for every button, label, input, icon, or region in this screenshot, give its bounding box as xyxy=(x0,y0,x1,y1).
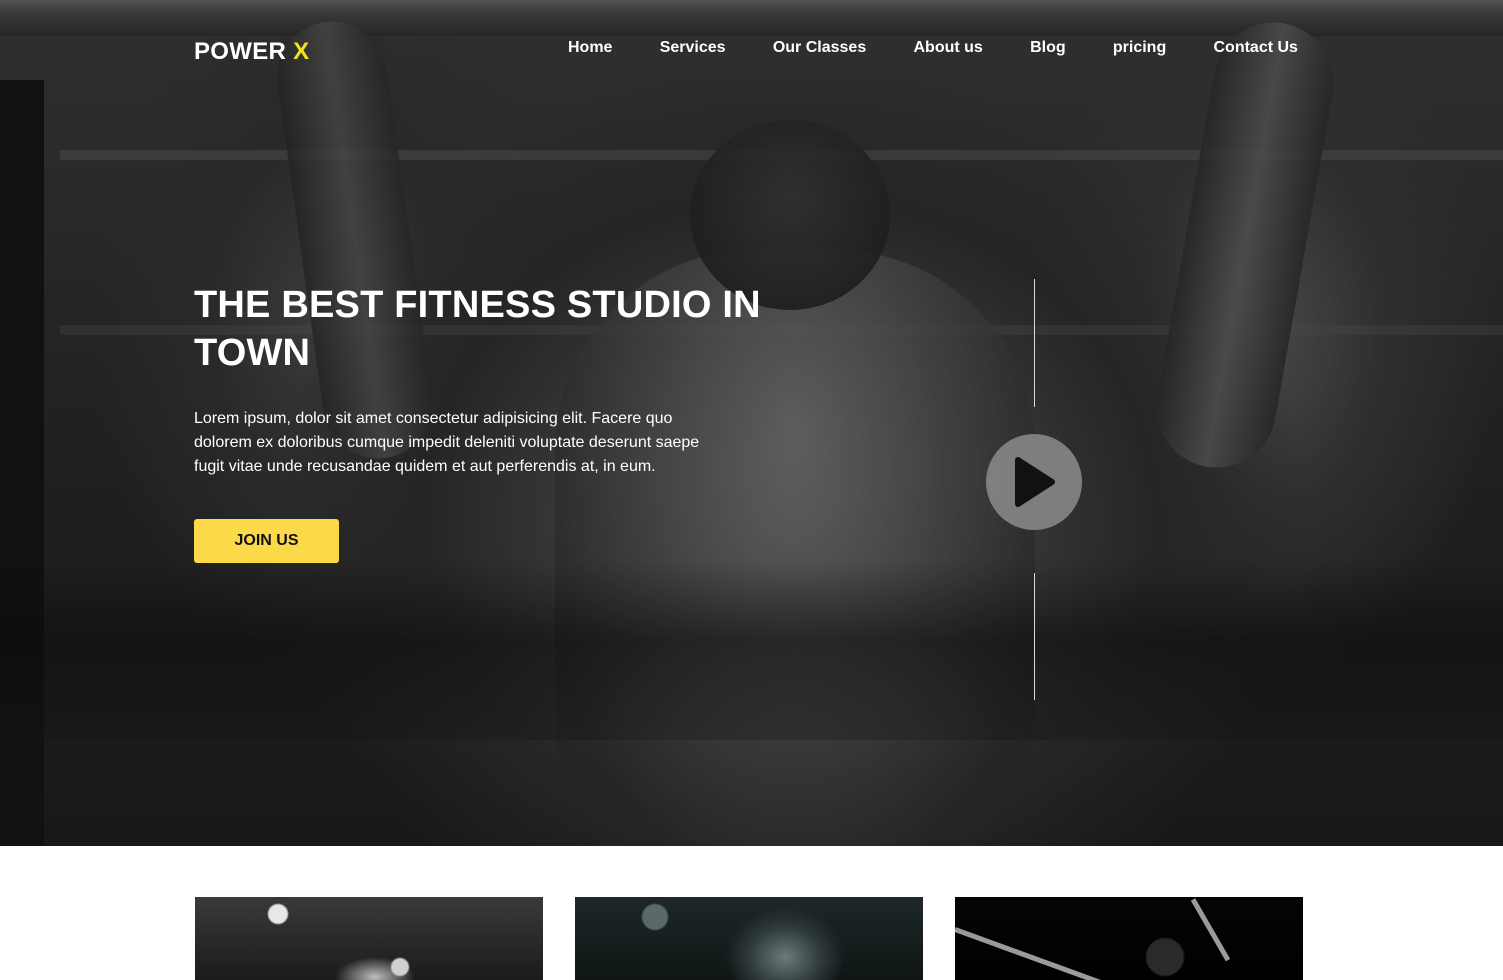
nav-link-our-classes[interactable]: Our Classes xyxy=(773,39,866,56)
play-video-button[interactable] xyxy=(986,434,1082,530)
card-bar-line xyxy=(955,927,1125,980)
nav-item-our-classes: Our Classes xyxy=(773,39,866,61)
hero-title: THE BEST FITNESS STUDIO IN TOWN xyxy=(194,284,761,374)
nav-item-home: Home xyxy=(568,39,612,61)
class-card-image[interactable] xyxy=(955,897,1303,980)
brand-logo[interactable]: POWER X xyxy=(194,38,309,66)
nav-item-pricing: pricing xyxy=(1113,39,1166,61)
main-nav: Home Services Our Classes About us Blog … xyxy=(568,39,1298,61)
play-icon xyxy=(1015,457,1055,507)
nav-link-home[interactable]: Home xyxy=(568,39,612,56)
nav-item-blog: Blog xyxy=(1030,39,1066,61)
hero-description: Lorem ipsum, dolor sit amet consectetur … xyxy=(194,410,700,475)
brand-accent: X xyxy=(293,38,310,65)
nav-link-about-us[interactable]: About us xyxy=(913,39,982,56)
class-cards-section xyxy=(0,846,1503,980)
card-bar-line xyxy=(1190,898,1231,962)
join-us-button[interactable]: JOIN US xyxy=(194,519,339,563)
nav-link-contact-us[interactable]: Contact Us xyxy=(1214,39,1298,56)
nav-item-services: Services xyxy=(660,39,726,61)
nav-item-contact-us: Contact Us xyxy=(1214,39,1298,61)
nav-item-about-us: About us xyxy=(913,39,982,61)
nav-link-services[interactable]: Services xyxy=(660,39,726,56)
class-card-image[interactable] xyxy=(575,897,923,980)
video-divider-bottom xyxy=(1034,573,1035,700)
brand-name: POWER xyxy=(194,38,287,65)
nav-link-pricing[interactable]: pricing xyxy=(1113,39,1166,56)
class-card-image[interactable] xyxy=(195,897,543,980)
navbar: POWER X Home Services Our Classes About … xyxy=(0,0,1503,100)
video-divider-top xyxy=(1034,279,1035,407)
nav-link-blog[interactable]: Blog xyxy=(1030,39,1066,56)
